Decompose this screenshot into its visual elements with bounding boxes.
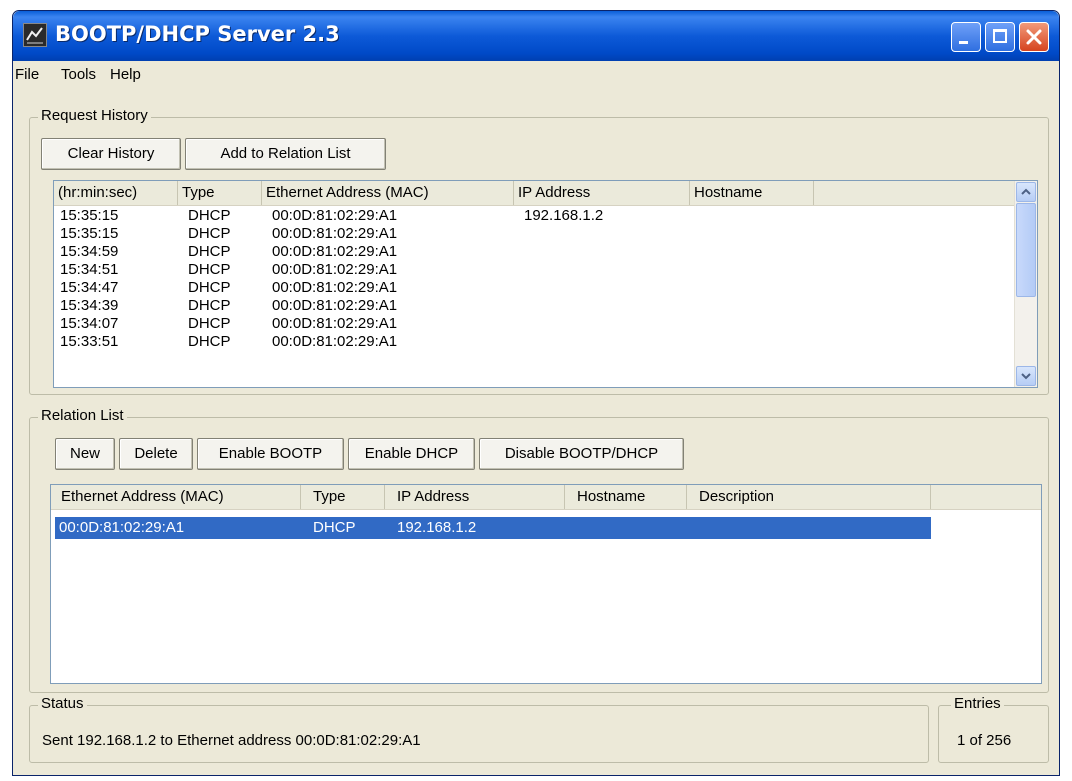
cell-mac: 00:0D:81:02:29:A1 (272, 297, 398, 314)
enable-bootp-button[interactable]: Enable BOOTP (197, 438, 344, 470)
cell-type: DHCP (188, 225, 231, 242)
enable-dhcp-button[interactable]: Enable DHCP (348, 438, 475, 470)
title-bar[interactable]: BOOTP/DHCP Server 2.3 (13, 11, 1059, 61)
request-history-header: (hr:min:sec) Type Ethernet Address (MAC)… (54, 181, 1037, 206)
cell-mac: 00:0D:81:02:29:A1 (272, 279, 398, 296)
cell-type: DHCP (188, 261, 231, 278)
cell-mac: 00:0D:81:02:29:A1 (272, 207, 398, 224)
cell-mac: 00:0D:81:02:29:A1 (272, 225, 398, 242)
cell-type: DHCP (188, 243, 231, 260)
cell-time: 15:34:39 (60, 297, 119, 314)
relation-list-table[interactable]: Ethernet Address (MAC) Type IP Address H… (50, 484, 1042, 684)
col-mac[interactable]: Ethernet Address (MAC) (51, 485, 301, 509)
cell-mac: 00:0D:81:02:29:A1 (272, 243, 398, 260)
entries-group: Entries 1 of 256 (938, 695, 1049, 763)
scroll-up-button[interactable] (1016, 182, 1036, 202)
col-type[interactable]: Type (301, 485, 385, 509)
table-row-selected[interactable]: 00:0D:81:02:29:A1 DHCP 192.168.1.2 (55, 517, 931, 539)
request-history-group: Request History Clear History Add to Rel… (29, 107, 1049, 395)
entries-label: Entries (951, 695, 1004, 712)
cell-time: 15:34:59 (60, 243, 119, 260)
menu-file[interactable]: File (15, 66, 39, 83)
window-title: BOOTP/DHCP Server 2.3 (55, 22, 340, 46)
maximize-icon (993, 29, 1007, 43)
col-ip[interactable]: IP Address (514, 181, 690, 205)
cell-time: 15:34:07 (60, 315, 119, 332)
status-label: Status (38, 695, 87, 712)
new-button[interactable]: New (55, 438, 115, 470)
cell-time: 15:35:15 (60, 225, 119, 242)
relation-list-header: Ethernet Address (MAC) Type IP Address H… (51, 485, 1041, 510)
cell-time: 15:34:51 (60, 261, 119, 278)
cell-mac: 00:0D:81:02:29:A1 (272, 261, 398, 278)
col-hostname[interactable]: Hostname (690, 181, 814, 205)
delete-button[interactable]: Delete (119, 438, 193, 470)
minimize-button[interactable] (951, 22, 981, 52)
chevron-down-icon (1021, 373, 1031, 380)
relation-list-label: Relation List (38, 407, 127, 424)
cell-type: DHCP (188, 279, 231, 296)
close-button[interactable] (1019, 22, 1049, 52)
menu-help[interactable]: Help (110, 66, 141, 83)
cell-type: DHCP (188, 207, 231, 224)
relation-list-group: Relation List New Delete Enable BOOTP En… (29, 407, 1049, 693)
maximize-button[interactable] (985, 22, 1015, 52)
cell-time: 15:35:15 (60, 207, 119, 224)
col-mac[interactable]: Ethernet Address (MAC) (262, 181, 514, 205)
request-history-scrollbar[interactable] (1014, 181, 1037, 387)
entries-count: 1 of 256 (957, 732, 1012, 749)
request-history-list[interactable]: (hr:min:sec) Type Ethernet Address (MAC)… (53, 180, 1038, 388)
status-group: Status Sent 192.168.1.2 to Ethernet addr… (29, 695, 929, 763)
col-type[interactable]: Type (178, 181, 262, 205)
cell-mac: 00:0D:81:02:29:A1 (272, 315, 398, 332)
col-ip[interactable]: IP Address (385, 485, 565, 509)
menu-tools[interactable]: Tools (61, 66, 96, 83)
cell-type: DHCP (188, 333, 231, 350)
cell-type: DHCP (188, 297, 231, 314)
cell-type: DHCP (188, 315, 231, 332)
add-to-relation-list-button[interactable]: Add to Relation List (185, 138, 386, 170)
chevron-up-icon (1021, 188, 1031, 195)
app-icon[interactable] (23, 23, 47, 47)
col-time[interactable]: (hr:min:sec) (54, 181, 178, 205)
scroll-down-button[interactable] (1016, 366, 1036, 386)
col-description[interactable]: Description (687, 485, 931, 509)
menu-bar: File Tools Help (13, 61, 1059, 89)
cell-ip: 192.168.1.2 (524, 207, 604, 224)
minimize-icon (959, 41, 968, 44)
col-hostname[interactable]: Hostname (565, 485, 687, 509)
clear-history-button[interactable]: Clear History (41, 138, 181, 170)
cell-mac: 00:0D:81:02:29:A1 (59, 519, 185, 536)
cell-ip: 192.168.1.2 (397, 519, 477, 536)
cell-time: 15:34:47 (60, 279, 119, 296)
disable-bootp-dhcp-button[interactable]: Disable BOOTP/DHCP (479, 438, 684, 470)
scroll-thumb[interactable] (1016, 203, 1036, 297)
request-history-label: Request History (38, 107, 151, 124)
close-icon (1026, 29, 1042, 45)
status-text: Sent 192.168.1.2 to Ethernet address 00:… (42, 732, 421, 749)
cell-time: 15:33:51 (60, 333, 119, 350)
app-window: BOOTP/DHCP Server 2.3 File Tools Help Re… (12, 10, 1060, 776)
cell-type: DHCP (313, 519, 356, 536)
cell-mac: 00:0D:81:02:29:A1 (272, 333, 398, 350)
